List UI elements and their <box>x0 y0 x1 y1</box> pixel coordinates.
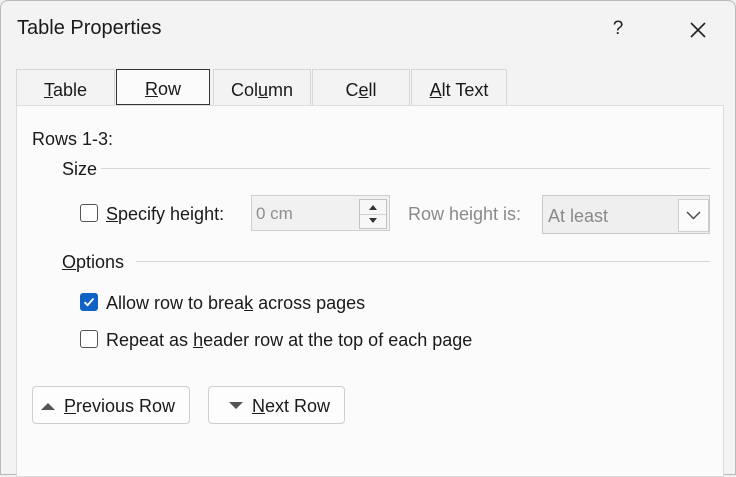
size-divider <box>101 168 710 169</box>
close-button[interactable] <box>681 13 715 47</box>
tab-row[interactable]: Row <box>116 69 210 105</box>
help-button[interactable]: ? <box>603 13 633 45</box>
table-properties-dialog: Table Properties ? Table Row Column Cell… <box>0 0 736 477</box>
previous-row-button[interactable]: Previous Row <box>32 386 190 424</box>
repeat-header-checkbox[interactable] <box>80 330 98 348</box>
allow-break-checkbox[interactable] <box>80 293 98 311</box>
row-height-is-label: Row height is: <box>408 204 522 224</box>
options-heading: Options <box>62 252 125 272</box>
next-row-button[interactable]: Next Row <box>208 386 345 424</box>
select-dropdown-button[interactable] <box>678 199 709 232</box>
close-icon <box>690 22 706 38</box>
previous-row-label: Previous Row <box>64 396 176 416</box>
spinner-buttons <box>359 199 387 229</box>
height-value: 0 cm <box>256 204 293 223</box>
row-height-is-select[interactable]: At least <box>542 195 710 234</box>
spinner-down-button[interactable] <box>360 214 386 228</box>
tab-alt-text[interactable]: Alt Text <box>411 69 507 105</box>
spinner-up-button[interactable] <box>360 200 386 215</box>
repeat-header-label[interactable]: Repeat as header row at the top of each … <box>106 330 472 351</box>
triangle-down-icon <box>369 218 377 223</box>
triangle-up-icon <box>41 403 55 410</box>
allow-break-label[interactable]: Allow row to break across pages <box>106 293 365 314</box>
tab-column[interactable]: Column <box>213 69 311 105</box>
row-height-is-value: At least <box>548 206 609 226</box>
height-spinner[interactable]: 0 cm <box>251 195 390 231</box>
dialog-title: Table Properties <box>17 17 162 39</box>
specify-height-label[interactable]: Specify height: <box>106 204 224 225</box>
triangle-down-icon <box>229 402 243 409</box>
options-divider <box>136 261 710 262</box>
next-row-label: Next Row <box>252 396 331 416</box>
rows-label: Rows 1-3: <box>32 129 114 149</box>
chevron-down-icon <box>686 211 701 220</box>
tab-cell[interactable]: Cell <box>312 69 410 105</box>
triangle-up-icon <box>369 205 377 210</box>
specify-height-checkbox[interactable] <box>80 204 98 222</box>
checkmark-icon <box>83 297 95 307</box>
tab-table[interactable]: Table <box>16 69 115 105</box>
size-heading: Size <box>62 159 98 179</box>
